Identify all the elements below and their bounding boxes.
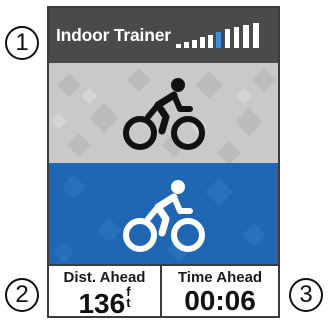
distance-unit: ft [126, 284, 131, 310]
time-ahead-value: 00:06 [184, 285, 256, 316]
cyclist-icon [122, 78, 205, 150]
page-title: Indoor Trainer [56, 25, 171, 45]
callout-1: 1 [5, 26, 39, 60]
device-screen: Indoor Trainer Dist. Ahead 136 f t Time … [47, 6, 280, 318]
callout-2: 2 [5, 278, 39, 312]
time-ahead-label: Time Ahead [177, 269, 263, 286]
signal-strength-icon [176, 23, 259, 48]
cyclist-icon [122, 180, 205, 252]
time-ahead-field: Time Ahead 00:06 [162, 266, 278, 316]
distance-ahead-label: Dist. Ahead [63, 269, 146, 286]
distance-ahead-value: 136 f t [78, 284, 131, 318]
competitor-panel [49, 63, 278, 163]
user-panel [49, 163, 278, 264]
status-header: Indoor Trainer [49, 8, 278, 63]
distance-ahead-field: Dist. Ahead 136 f t [49, 266, 162, 318]
callout-3: 3 [289, 278, 323, 312]
data-fields: Dist. Ahead 136 f t Time Ahead 00:06 [49, 264, 278, 318]
device-diagram: 1 2 3 Indoor Trainer Dist. Ahead 136 f t… [0, 0, 330, 321]
